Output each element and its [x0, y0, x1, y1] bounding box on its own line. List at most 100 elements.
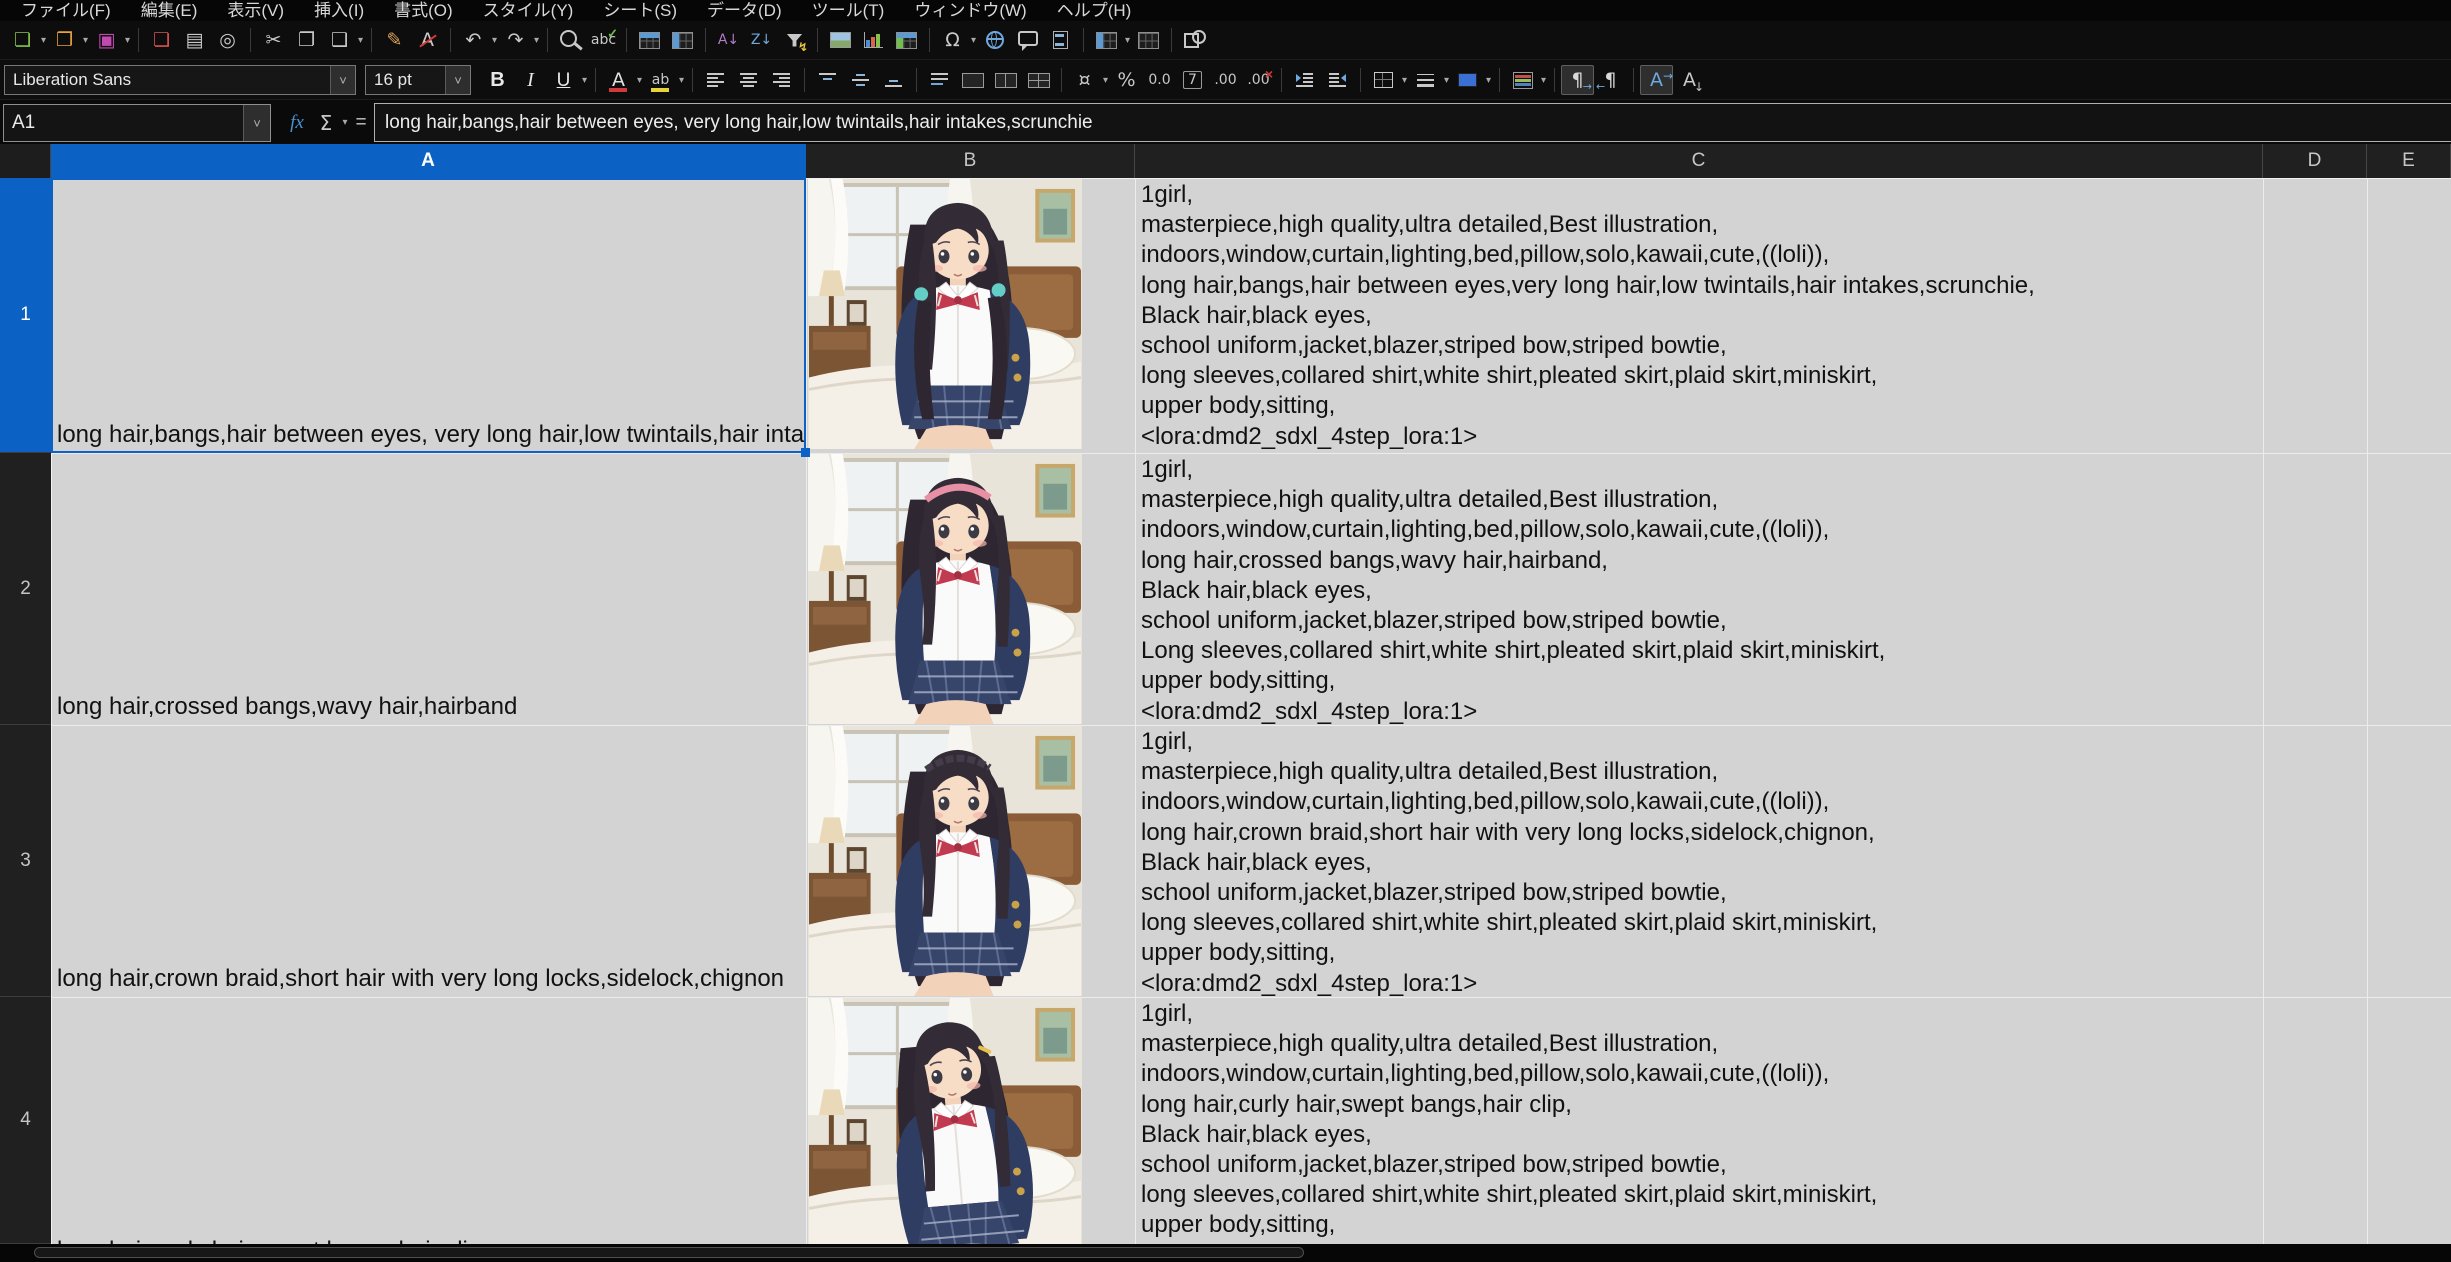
bold-button[interactable]: B: [481, 65, 514, 95]
chevron-down-icon[interactable]: ˅: [243, 105, 270, 141]
align-left-button[interactable]: [699, 65, 732, 95]
highlighting-color-button[interactable]: ab: [644, 65, 677, 95]
undo-button[interactable]: ↶: [457, 25, 490, 55]
open-button[interactable]: ❒: [48, 25, 81, 55]
undo-dropdown-caret[interactable]: ▾: [490, 35, 499, 46]
font-color-dropdown-caret[interactable]: ▾: [635, 75, 644, 86]
spelling-button[interactable]: abc: [587, 25, 620, 55]
column-header-c[interactable]: C: [1135, 144, 2263, 178]
redo-dropdown-caret[interactable]: ▾: [532, 35, 541, 46]
insert-image-button[interactable]: [824, 25, 857, 55]
cell-image-b1[interactable]: [808, 179, 1082, 449]
menu-item-3[interactable]: 挿入(I): [299, 0, 379, 21]
increase-indent-button[interactable]: [1288, 65, 1321, 95]
new-document-dropdown-caret[interactable]: ▾: [39, 35, 48, 46]
unmerge-cells-button[interactable]: [1022, 65, 1055, 95]
font-size-combo[interactable]: 16 pt ˅: [365, 65, 471, 95]
sum-icon[interactable]: Σ: [314, 100, 338, 145]
headers-and-footers-button[interactable]: [1044, 25, 1077, 55]
copy-button[interactable]: ❐: [290, 25, 323, 55]
insert-column-button[interactable]: [666, 25, 699, 55]
insert-special-character-dropdown-caret[interactable]: ▾: [969, 35, 978, 46]
format-as-date-button[interactable]: 7: [1176, 65, 1209, 95]
menu-item-6[interactable]: シート(S): [588, 0, 692, 21]
new-document-button[interactable]: ❏: [6, 25, 39, 55]
select-all-corner[interactable]: [0, 144, 51, 178]
cell-image-b3[interactable]: [808, 726, 1082, 996]
menu-item-7[interactable]: データ(D): [692, 0, 797, 21]
cell-image-b2[interactable]: [808, 454, 1082, 724]
save-button[interactable]: ▣: [90, 25, 123, 55]
row-header-1[interactable]: 1: [0, 178, 51, 453]
add-decimal-place-button[interactable]: .00: [1209, 65, 1242, 95]
cell-image-b4[interactable]: [808, 998, 1082, 1244]
cell-c3-text[interactable]: 1girl, masterpiece,high quality,ultra de…: [1141, 727, 1877, 999]
sheet-grid[interactable]: long hair,bangs,hair between eyes, very …: [51, 178, 2451, 1244]
direction-top-to-bottom-button[interactable]: A: [1673, 65, 1706, 95]
border-color-dropdown-caret[interactable]: ▾: [1484, 75, 1493, 86]
menu-item-8[interactable]: ツール(T): [797, 0, 900, 21]
wrap-text-button[interactable]: [923, 65, 956, 95]
insert-comment-button[interactable]: [1011, 25, 1044, 55]
paste-dropdown-caret[interactable]: ▾: [356, 35, 365, 46]
align-center-button[interactable]: [732, 65, 765, 95]
column-header-b[interactable]: B: [806, 144, 1135, 178]
cut-button[interactable]: ✂: [257, 25, 290, 55]
decrease-indent-button[interactable]: [1321, 65, 1354, 95]
borders-button[interactable]: [1367, 65, 1400, 95]
cell-a2-text[interactable]: long hair,crossed bangs,wavy hair,hairba…: [57, 691, 804, 722]
row-header-3[interactable]: 3: [0, 725, 51, 997]
autofilter-button[interactable]: [778, 25, 811, 55]
print-preview-button[interactable]: ◎: [211, 25, 244, 55]
chevron-down-icon[interactable]: ▾: [338, 100, 352, 145]
font-name-combo[interactable]: Liberation Sans ˅: [4, 65, 356, 95]
show-draw-functions-button[interactable]: [1178, 25, 1211, 55]
clone-formatting-button[interactable]: ✎: [378, 25, 411, 55]
center-vertically-button[interactable]: [844, 65, 877, 95]
cell-a3-text[interactable]: long hair,crown braid,short hair with ve…: [57, 963, 804, 994]
font-color-button[interactable]: A: [602, 65, 635, 95]
freeze-rows-and-columns-dropdown-caret[interactable]: ▾: [1123, 35, 1132, 46]
merge-and-center-cells-button[interactable]: [956, 65, 989, 95]
horizontal-scrollbar[interactable]: [34, 1247, 1304, 1258]
align-right-button[interactable]: [765, 65, 798, 95]
align-bottom-button[interactable]: [877, 65, 910, 95]
find-and-replace-button[interactable]: [554, 25, 587, 55]
insert-pivot-table-button[interactable]: [890, 25, 923, 55]
column-header-e[interactable]: E: [2367, 144, 2451, 178]
direction-left-to-right-button[interactable]: A: [1640, 65, 1673, 95]
column-header-d[interactable]: D: [2263, 144, 2367, 178]
cell-a4-text[interactable]: long hair,curly hair,swept bangs,hair cl…: [57, 1235, 804, 1244]
cell-c1-text[interactable]: 1girl, masterpiece,high quality,ultra de…: [1141, 180, 2035, 452]
row-header-4[interactable]: 4: [0, 997, 51, 1244]
split-window-button[interactable]: [1132, 25, 1165, 55]
format-as-number-button[interactable]: 0.0: [1143, 65, 1176, 95]
sort-ascending-button[interactable]: A↓: [712, 25, 745, 55]
text-direction-left-to-right-button[interactable]: ¶: [1561, 65, 1594, 95]
italic-button[interactable]: I: [514, 65, 547, 95]
insert-special-character-button[interactable]: Ω: [936, 25, 969, 55]
underline-dropdown-caret[interactable]: ▾: [580, 75, 589, 86]
redo-button[interactable]: ↷: [499, 25, 532, 55]
underline-button[interactable]: U: [547, 65, 580, 95]
merge-cells-button[interactable]: [989, 65, 1022, 95]
menu-item-9[interactable]: ウィンドウ(W): [899, 0, 1041, 21]
cell-c4-text[interactable]: 1girl, masterpiece,high quality,ultra de…: [1141, 999, 1877, 1244]
borders-dropdown-caret[interactable]: ▾: [1400, 75, 1409, 86]
insert-chart-button[interactable]: [857, 25, 890, 55]
format-as-currency-button[interactable]: ¤: [1068, 65, 1101, 95]
chevron-down-icon[interactable]: ˅: [330, 66, 355, 94]
save-dropdown-caret[interactable]: ▾: [123, 35, 132, 46]
row-header-2[interactable]: 2: [0, 453, 51, 725]
print-button[interactable]: ▤: [178, 25, 211, 55]
export-as-pdf-button[interactable]: ❏: [145, 25, 178, 55]
border-color-button[interactable]: [1451, 65, 1484, 95]
cell-a1-text[interactable]: long hair,bangs,hair between eyes, very …: [57, 419, 804, 450]
paste-button[interactable]: ❑: [323, 25, 356, 55]
conditional-formatting-button[interactable]: [1506, 65, 1539, 95]
column-header-a[interactable]: A: [51, 144, 806, 178]
border-style-button[interactable]: [1409, 65, 1442, 95]
text-direction-right-to-left-button[interactable]: ¶: [1594, 65, 1627, 95]
name-box[interactable]: A1 ˅: [3, 104, 271, 142]
format-as-currency-dropdown-caret[interactable]: ▾: [1101, 75, 1110, 86]
